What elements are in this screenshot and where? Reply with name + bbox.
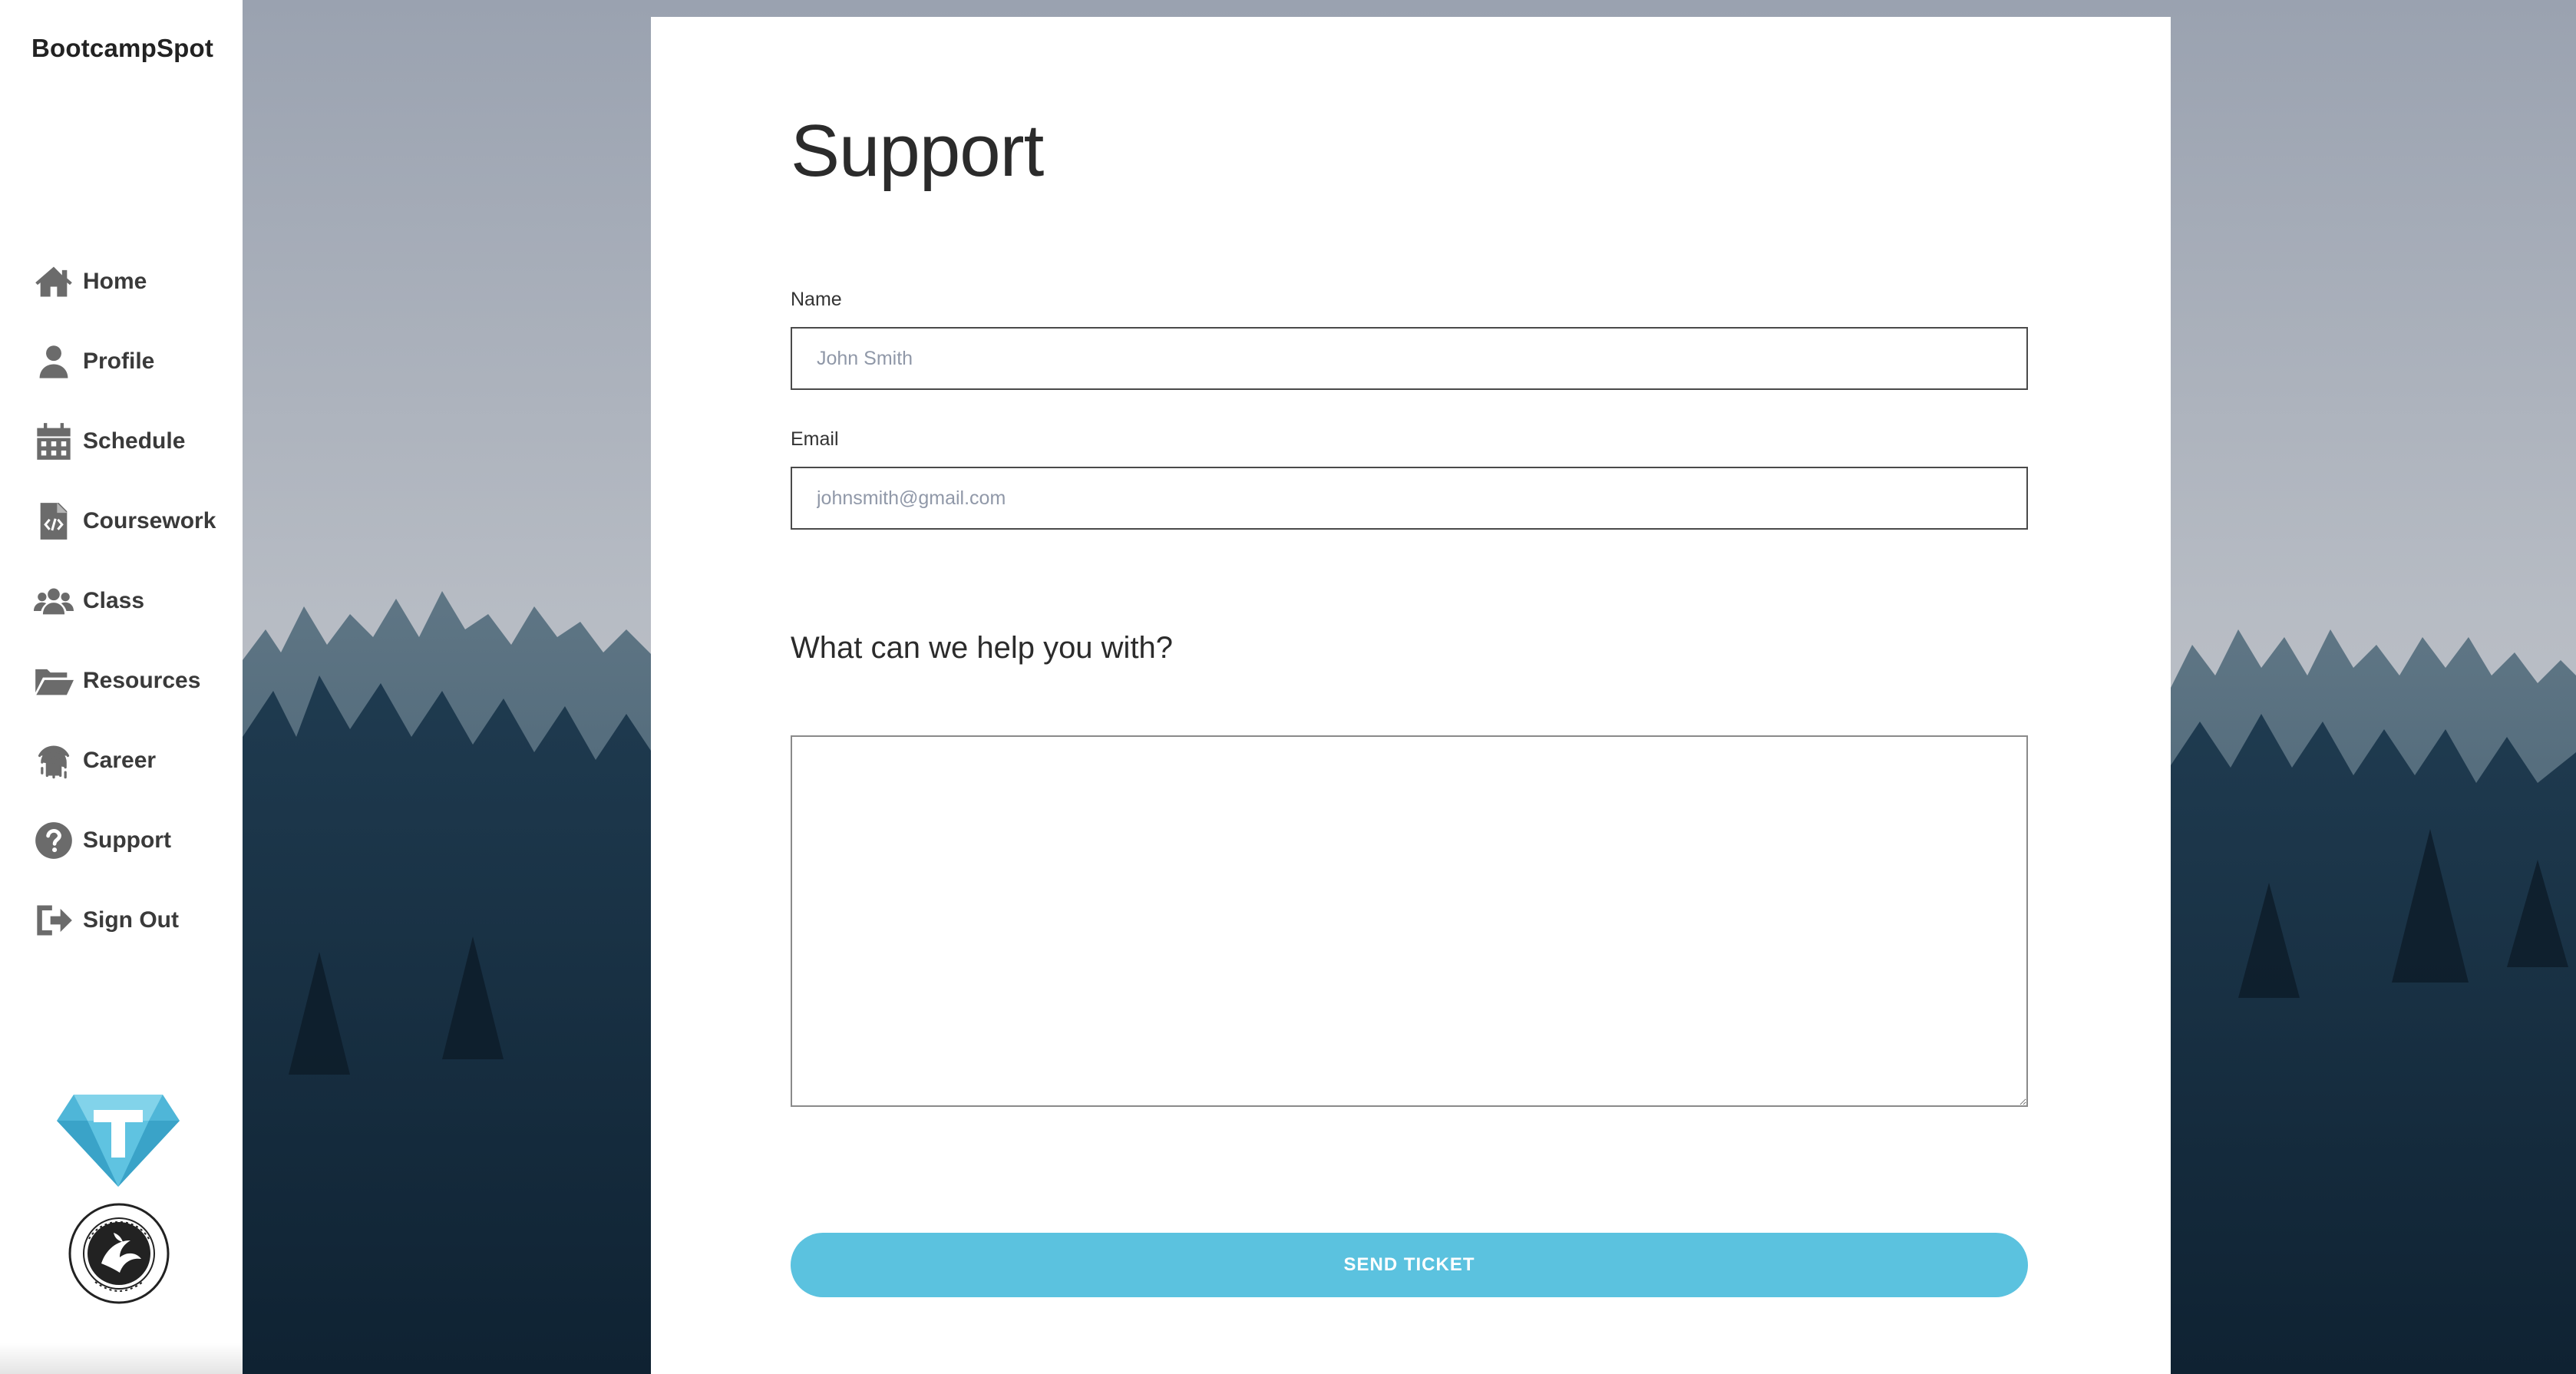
sign-out-icon (34, 899, 77, 942)
nav-label-career: Career (83, 748, 157, 773)
home-icon (34, 260, 77, 303)
trilogy-t-logo (57, 1095, 180, 1187)
nav-label-class: Class (83, 588, 145, 613)
university-of-central-florida-seal (68, 1203, 170, 1304)
nav-item-coursework[interactable]: Coursework (34, 497, 233, 546)
send-ticket-button[interactable]: SEND TICKET (791, 1233, 2028, 1297)
nav-item-schedule[interactable]: Schedule (34, 417, 233, 466)
nav-item-home[interactable]: Home (34, 257, 233, 306)
folder-open-icon (34, 659, 77, 702)
page-title: Support (791, 110, 1044, 192)
email-label: Email (791, 428, 839, 450)
nav-label-resources: Resources (83, 668, 201, 693)
name-input[interactable] (791, 327, 2028, 390)
users-icon (34, 580, 77, 623)
brand-name: BootcampSpot (31, 34, 214, 62)
calendar-icon (34, 420, 77, 463)
name-label: Name (791, 289, 842, 310)
message-textarea[interactable] (791, 735, 2028, 1107)
nav-item-career[interactable]: Career (34, 736, 233, 785)
support-form-card: Support Name Email What can we help you … (651, 17, 2171, 1374)
nav-item-profile[interactable]: Profile (34, 337, 233, 386)
fingerprint-icon (34, 739, 77, 782)
question-circle-icon (34, 819, 77, 862)
nav-label-coursework: Coursework (83, 508, 216, 533)
nav-item-sign-out[interactable]: Sign Out (34, 896, 233, 945)
sidebar: BootcampSpot Home Profile Schedule Cours… (0, 0, 243, 1374)
user-icon (34, 340, 77, 383)
sidebar-bottom-shade (0, 1343, 243, 1374)
nav-label-support: Support (83, 827, 171, 853)
nav-label-sign-out: Sign Out (83, 907, 179, 933)
nav-label-schedule: Schedule (83, 428, 186, 454)
nav-item-resources[interactable]: Resources (34, 656, 233, 705)
nav-label-home: Home (83, 269, 147, 294)
message-prompt: What can we help you with? (791, 631, 1174, 665)
email-input[interactable] (791, 467, 2028, 530)
code-file-icon (34, 500, 77, 543)
nav-item-class[interactable]: Class (34, 576, 233, 626)
app: BootcampSpot Home Profile Schedule Cours… (0, 0, 2576, 1374)
nav-item-support[interactable]: Support (34, 816, 233, 865)
nav-label-profile: Profile (83, 348, 155, 374)
